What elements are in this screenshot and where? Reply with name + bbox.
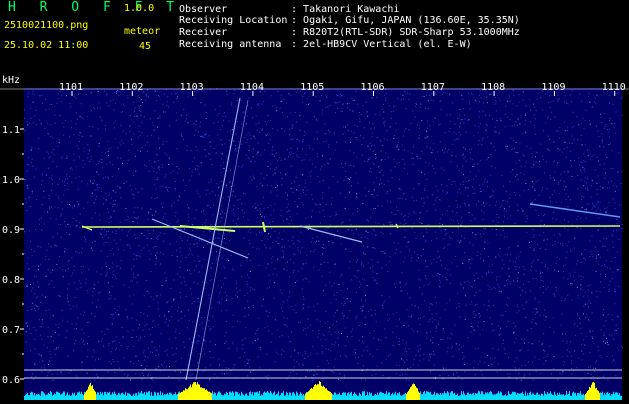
y-tick-label: 1.0 — [2, 175, 20, 186]
x-tick-label: 1104 — [240, 82, 264, 93]
x-tick-label: 1107 — [421, 82, 445, 93]
x-tick-label: 1103 — [180, 82, 204, 93]
x-tick-label: 1101 — [59, 82, 83, 93]
y-tick-label: 0.6 — [2, 375, 20, 386]
x-tick-label: 1108 — [481, 82, 505, 93]
y-tick-label: 0.7 — [2, 325, 20, 336]
y-tick-label: 0.8 — [2, 275, 20, 286]
x-tick-label: 1106 — [361, 82, 385, 93]
y-axis-unit: kHz — [2, 75, 20, 86]
waterfall-spectrogram: kHz 1101 1102 1103 1104 1105 1106 1107 1108 1109 1… — [0, 75, 629, 400]
x-tick-label: 1102 — [119, 82, 143, 93]
x-tick-label: 1109 — [541, 82, 565, 93]
carrier-line — [81, 225, 621, 228]
waterfall-background — [24, 88, 622, 400]
y-tick-label: 1.1 — [2, 125, 20, 136]
x-tick-label: 1105 — [300, 82, 324, 93]
waterfall-panel: kHz 1101 1102 1103 1104 1105 1106 1107 1108 1109 1… — [0, 0, 629, 404]
y-tick-label: 0.9 — [2, 225, 20, 236]
x-tick-label: 1110 — [602, 82, 626, 93]
